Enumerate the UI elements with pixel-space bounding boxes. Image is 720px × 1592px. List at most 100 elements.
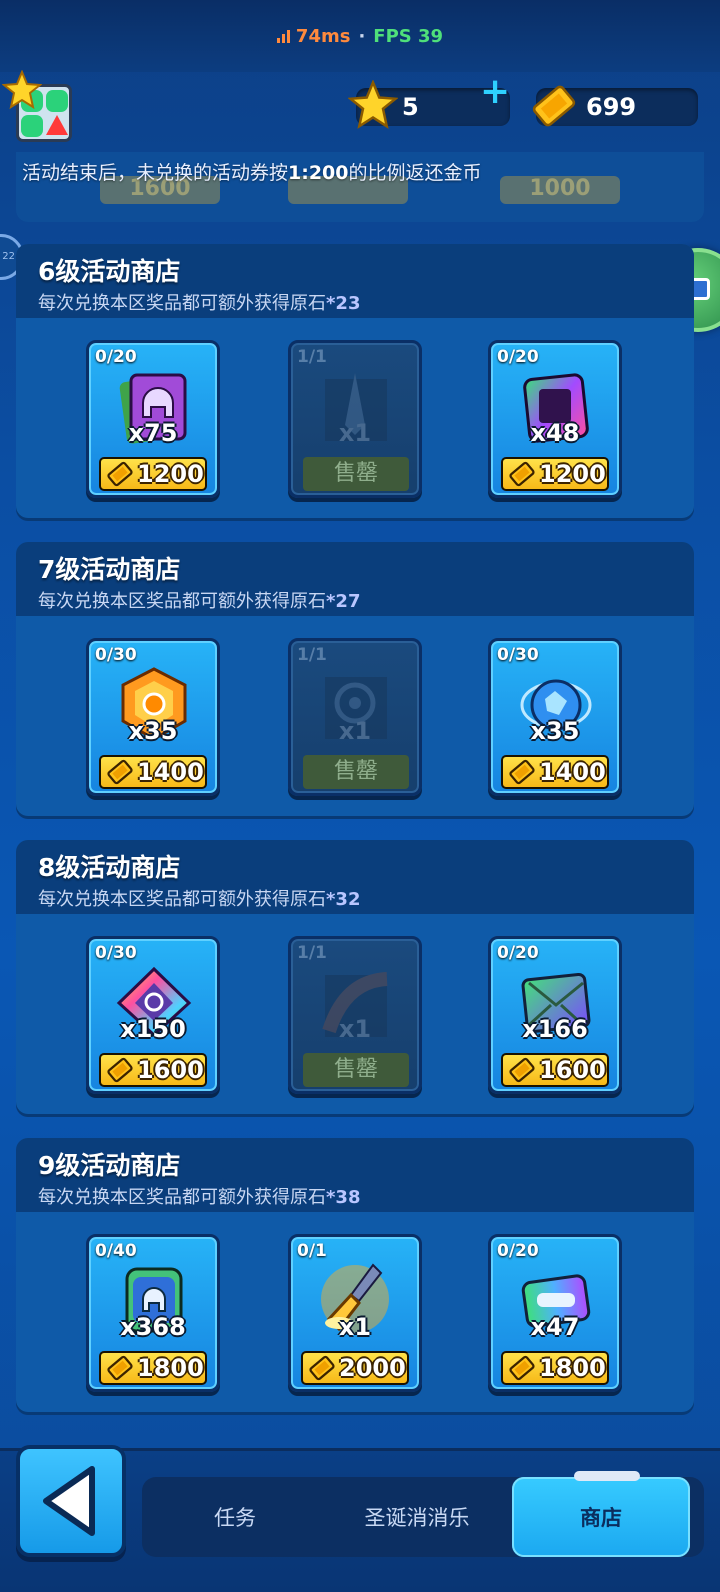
price-button[interactable]: 1200	[99, 457, 207, 491]
bonus-amount: *23	[326, 293, 361, 314]
price-button[interactable]: 1600	[99, 1053, 207, 1087]
price-button[interactable]: 1800	[501, 1351, 609, 1385]
shop-subtitle: 每次兑换本区奖品都可额外获得原石*27	[38, 587, 694, 613]
item-quantity: x1	[338, 419, 372, 447]
item-quantity: x166	[522, 1015, 588, 1043]
price-button[interactable]: 2000	[301, 1351, 409, 1385]
purchase-limit: 0/40	[95, 1241, 137, 1261]
price-value: 1600	[137, 1056, 204, 1084]
shop-subtitle: 每次兑换本区奖品都可额外获得原石*38	[38, 1183, 694, 1209]
purchase-limit: 0/20	[497, 1241, 539, 1261]
shop-subtitle-text: 每次兑换本区奖品都可额外获得原石	[38, 1187, 326, 1208]
bonus-amount: *27	[326, 591, 361, 612]
shop-title: 9级活动商店	[38, 1151, 181, 1180]
tab-shop[interactable]: 商店	[512, 1477, 690, 1557]
shop-panel-level: 7级活动商店 每次兑换本区奖品都可额外获得原石*27 0/30 x35 1400 1/1 x…	[16, 542, 694, 816]
shop-subtitle-text: 每次兑换本区奖品都可额外获得原石	[38, 889, 326, 910]
network-status-bar: 74ms · FPS 39	[0, 0, 720, 72]
price-value: 1800	[539, 1354, 606, 1382]
sold-out-label: 售罄	[303, 1053, 409, 1087]
tab-christmas-match[interactable]: 圣诞消消乐	[332, 1477, 502, 1557]
price-value: 1200	[137, 460, 204, 488]
game-logo-icon[interactable]	[2, 70, 74, 146]
ticket-icon	[509, 1057, 535, 1083]
shop-item-card[interactable]: 0/20 x47 1800	[488, 1234, 622, 1392]
item-quantity: x35	[530, 717, 580, 745]
item-quantity: x48	[530, 419, 580, 447]
purchase-limit: 0/30	[497, 645, 539, 665]
shop-header: 8级活动商店每次兑换本区奖品都可额外获得原石*32	[16, 840, 694, 914]
shop-header: 6级活动商店每次兑换本区奖品都可额外获得原石*23	[16, 244, 694, 318]
refund-notice: 活动结束后，未兑换的活动券按1:200的比例返还金币	[22, 158, 482, 185]
sold-out-label: 售罄	[303, 457, 409, 491]
shop-subtitle: 每次兑换本区奖品都可额外获得原石*32	[38, 885, 694, 911]
item-quantity: x368	[120, 1313, 186, 1341]
sold-out-label: 售罄	[303, 755, 409, 789]
ticket-icon	[107, 1057, 133, 1083]
plus-icon[interactable]: +	[480, 74, 510, 110]
shop-panel-level: 8级活动商店 每次兑换本区奖品都可额外获得原石*32 0/30 x150 1600 1/1…	[16, 840, 694, 1114]
back-button[interactable]	[16, 1445, 126, 1557]
shop-scroll-area[interactable]: 1600 1000 活动结束后，未兑换的活动券按1:200的比例返还金币 22 …	[0, 152, 720, 1448]
shop-item-card[interactable]: 0/20 x166 1600	[488, 936, 622, 1094]
item-quantity: x47	[530, 1313, 580, 1341]
shop-item-card[interactable]: 0/20 x48 1200	[488, 340, 622, 498]
ticket-icon	[107, 461, 133, 487]
purchase-limit: 0/20	[497, 347, 539, 367]
ticket-icon	[309, 1355, 335, 1381]
purchase-limit: 1/1	[297, 347, 327, 367]
separator: ·	[358, 25, 366, 47]
shop-panel-level: 6级活动商店每次兑换本区奖品都可额外获得原石*23 0/20 x75 1200 1/1 x…	[16, 244, 694, 518]
stars-value: 5	[402, 93, 419, 121]
purchase-limit: 0/1	[297, 1241, 327, 1261]
price-button[interactable]: 1200	[501, 457, 609, 491]
item-quantity: x150	[120, 1015, 186, 1043]
purchase-limit: 0/20	[497, 943, 539, 963]
price-button[interactable]: 1600	[501, 1053, 609, 1087]
price-value: 1400	[539, 758, 606, 786]
tab-tasks[interactable]: 任务	[160, 1477, 310, 1557]
notice-text: 活动结束后，未兑换的活动券按	[22, 162, 289, 184]
ticket-icon	[509, 759, 535, 785]
shop-item-card: 1/1 x1 售罄	[288, 936, 422, 1094]
item-quantity: x1	[338, 1313, 372, 1341]
shop-title: 8级活动商店	[38, 853, 181, 882]
faded-price: 1000	[500, 176, 620, 204]
shop-title: 7级活动商店	[38, 555, 181, 584]
active-tab-indicator	[574, 1471, 640, 1481]
shop-item-card[interactable]: 0/40 x368 1800	[86, 1234, 220, 1392]
shop-title: 6级活动商店	[38, 257, 181, 286]
fps-text: FPS 39	[373, 25, 444, 47]
price-button[interactable]: 1400	[501, 755, 609, 789]
ticket-icon	[509, 461, 535, 487]
purchase-limit: 1/1	[297, 943, 327, 963]
notice-text: 的比例返还金币	[348, 162, 482, 184]
item-quantity: x35	[128, 717, 178, 745]
shop-subtitle-text: 每次兑换本区奖品都可额外获得原石	[38, 293, 326, 314]
price-button[interactable]: 1400	[99, 755, 207, 789]
shop-item-card[interactable]: 0/30 x35 1400	[488, 638, 622, 796]
latency-indicator: 74ms	[276, 25, 351, 47]
item-quantity: x1	[338, 717, 372, 745]
purchase-limit: 0/30	[95, 645, 137, 665]
price-value: 1400	[137, 758, 204, 786]
price-button[interactable]: 1800	[99, 1351, 207, 1385]
ticket-icon	[509, 1355, 535, 1381]
shop-item-card[interactable]: 0/30 x150 1600	[86, 936, 220, 1094]
shop-item-card: 1/1 x1 售罄	[288, 638, 422, 796]
price-value: 1800	[137, 1354, 204, 1382]
ticket-icon	[532, 85, 576, 127]
item-quantity: x75	[128, 419, 178, 447]
latency-text: 74ms	[295, 25, 351, 47]
shop-item-card[interactable]: 0/1 x1 2000	[288, 1234, 422, 1392]
item-quantity: x1	[338, 1015, 372, 1043]
shop-item-card[interactable]: 0/20 x75 1200	[86, 340, 220, 498]
ticket-icon	[107, 759, 133, 785]
shop-item-card[interactable]: 0/30 x35 1400	[86, 638, 220, 796]
price-value: 1600	[539, 1056, 606, 1084]
price-value: 2000	[339, 1354, 406, 1382]
top-header: 5 + 699	[0, 64, 720, 156]
star-icon	[348, 80, 398, 129]
tickets-value: 699	[586, 93, 637, 121]
shop-subtitle: 每次兑换本区奖品都可额外获得原石*23	[38, 289, 694, 315]
